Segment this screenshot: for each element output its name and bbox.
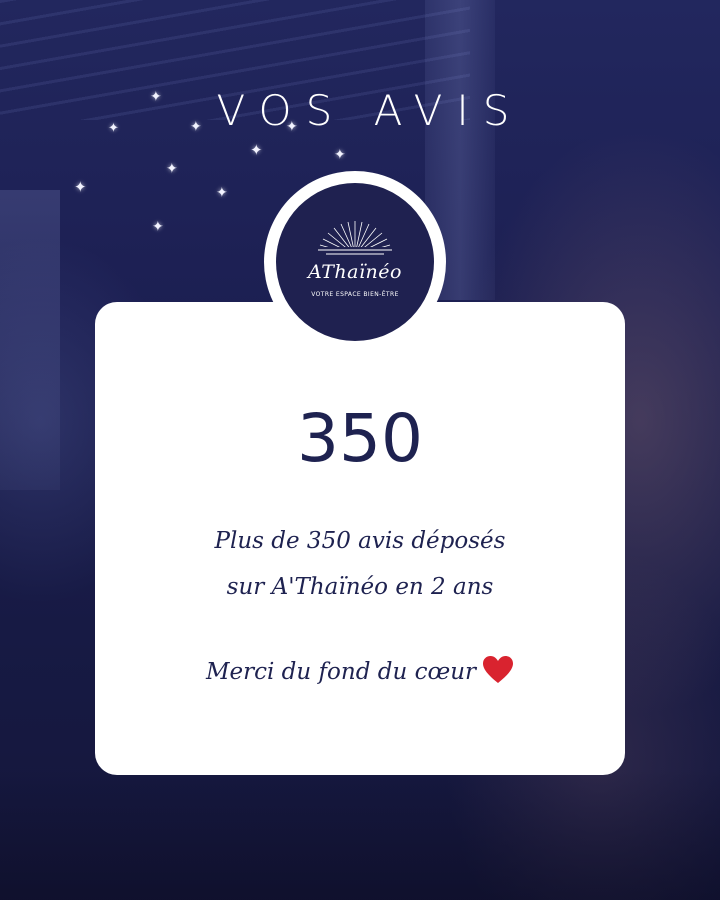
heart-icon bbox=[482, 655, 514, 691]
sparkle-star-icon: ✦ bbox=[166, 161, 178, 177]
brand-logo: AThaïnéo VOTRE ESPACE BIEN-ÊTRE bbox=[276, 183, 434, 341]
thanks-line: Merci du fond du cœur bbox=[95, 655, 625, 691]
review-text-line-2: sur A'Thaïnéo en 2 ans bbox=[226, 574, 494, 600]
logo-wordmark: AThaïnéo bbox=[308, 261, 402, 283]
bottom-shade bbox=[0, 770, 720, 900]
sparkle-star-icon: ✦ bbox=[250, 141, 263, 159]
page-title: VOS AVIS bbox=[216, 86, 524, 135]
thanks-text: Merci du fond du cœur bbox=[205, 659, 477, 685]
sparkle-star-icon: ✦ bbox=[152, 219, 164, 235]
sparkle-star-icon: ✦ bbox=[74, 178, 87, 196]
review-text-line-1: Plus de 350 avis déposés bbox=[214, 528, 506, 554]
logo-tagline: VOTRE ESPACE BIEN-ÊTRE bbox=[311, 291, 399, 298]
background-wall bbox=[0, 190, 60, 490]
sparkle-star-icon: ✦ bbox=[216, 185, 228, 201]
review-count: 350 bbox=[297, 400, 423, 477]
sparkle-star-icon: ✦ bbox=[334, 147, 346, 163]
